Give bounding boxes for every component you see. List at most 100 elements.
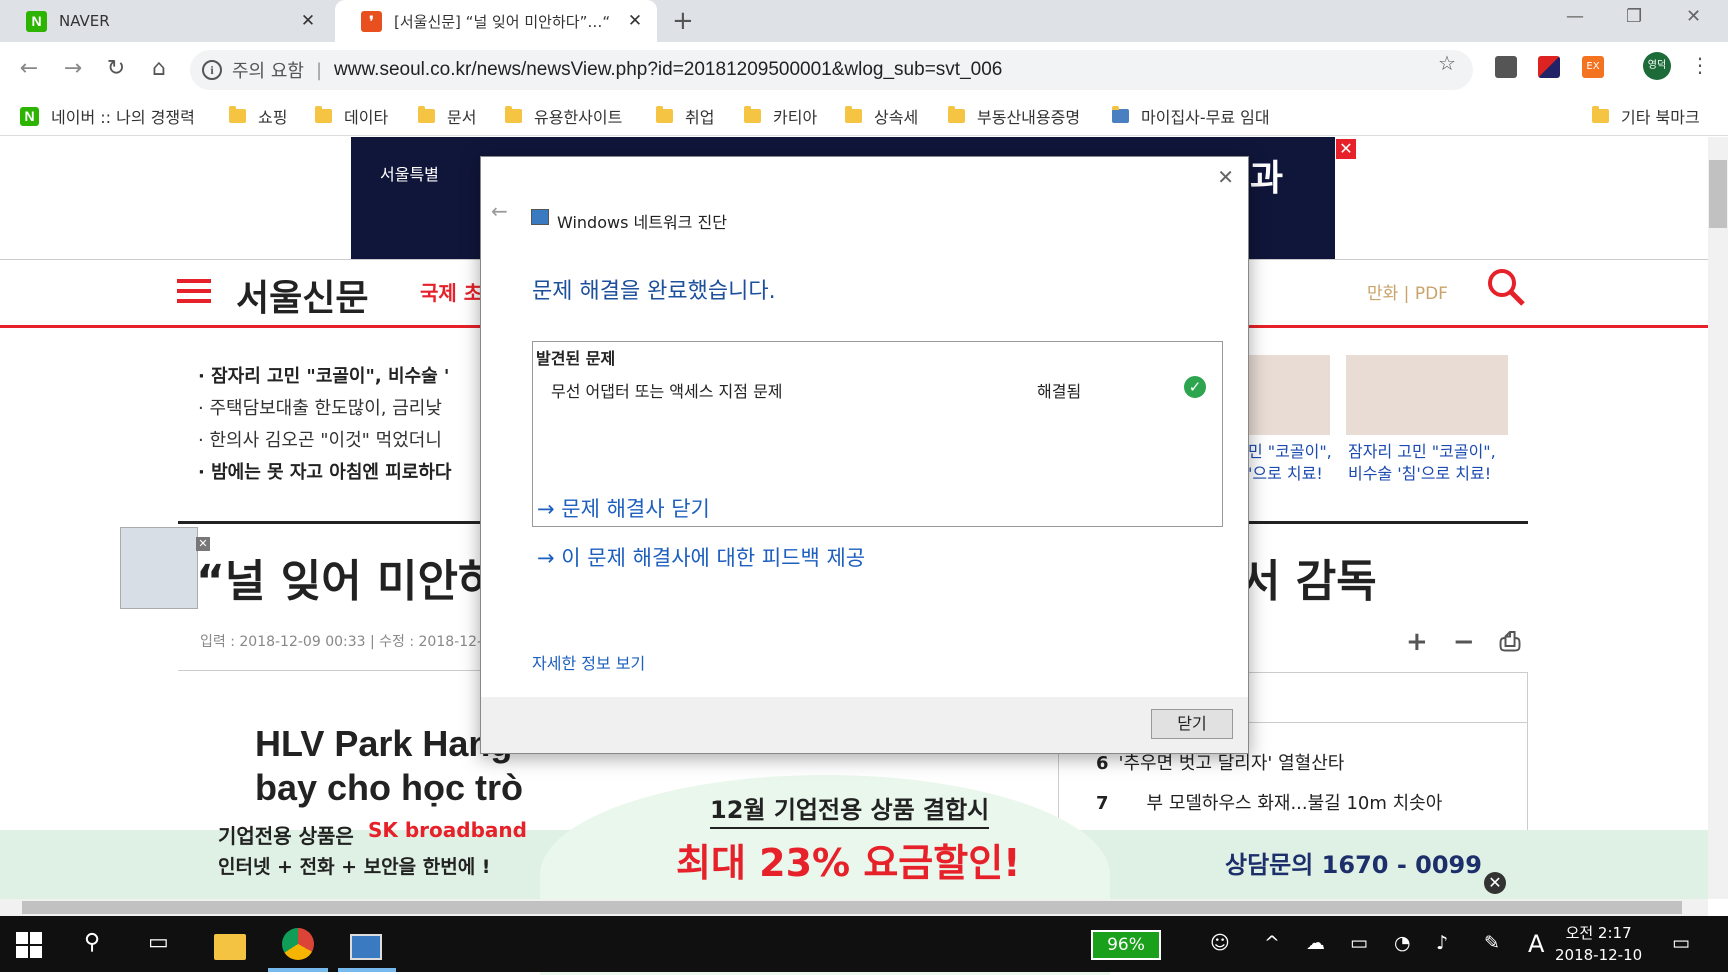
menu-icon[interactable]: ⋮ (1690, 53, 1710, 77)
headline-link[interactable]: · 한의사 김오곤 "이것" 먹었더니 (198, 426, 442, 452)
bookmark-folder[interactable]: 데이타 (315, 104, 388, 128)
article-tools[interactable]: + − ⎙ (1406, 627, 1528, 658)
bookmark-mygipsa[interactable]: 마이집사-무료 임대 (1112, 104, 1299, 128)
ad-thumbnail[interactable] (1248, 355, 1330, 435)
active-indicator (268, 968, 328, 972)
news-rank: 7 (1096, 793, 1109, 814)
hamburger-menu-icon[interactable] (177, 279, 211, 305)
pen-icon[interactable]: ✎ (1484, 932, 1500, 954)
wifi-icon[interactable]: ◔ (1394, 932, 1411, 954)
naver-favicon-icon: N (26, 10, 47, 32)
floating-ad-image[interactable] (120, 527, 198, 609)
bookmark-folder[interactable]: 문서 (418, 104, 476, 128)
new-tab-icon[interactable]: + (672, 6, 694, 36)
caption-line: 비수술 '침'으로 치료! (1348, 464, 1492, 483)
restore-icon[interactable]: ❐ (1626, 6, 1642, 27)
vertical-scrollbar[interactable] (1708, 137, 1728, 899)
browser-toolbar: ← → ↻ ⌂ i 주의 요함 | www.seoul.co.kr/news/n… (0, 42, 1728, 98)
profile-avatar[interactable]: 영덕 (1643, 52, 1671, 80)
ad-text: 과 (1250, 158, 1284, 199)
problem-description: 무선 어댑터 또는 액세스 지점 문제 (551, 382, 783, 401)
dialog-close-button[interactable]: 닫기 (1151, 709, 1233, 739)
bookmark-naver[interactable]: N 네이버 :: 나의 경쟁력 (20, 104, 201, 128)
network-diagnostics-taskbar-icon[interactable] (350, 934, 382, 960)
forward-icon[interactable]: → (58, 56, 88, 81)
bookmark-folder[interactable]: 취업 (656, 104, 714, 128)
bookmark-label: 데이타 (344, 108, 389, 127)
bookmark-label: 부동산내용증명 (977, 108, 1081, 127)
ad-caption[interactable]: 잠자리 고민 "코골이", 비수술 '침'으로 치료! (1348, 441, 1496, 485)
dialog-title: Windows 네트워크 진단 (557, 213, 727, 232)
battery-meter[interactable]: 96% (1091, 930, 1161, 960)
network-diagnostics-dialog: ✕ ← Windows 네트워크 진단 문제 해결을 완료했습니다. 발견된 문… (480, 156, 1249, 754)
bookmark-folder[interactable]: 상속세 (845, 104, 918, 128)
ad-close-icon[interactable]: ✕ (1336, 139, 1356, 159)
search-icon[interactable]: ⚲ (84, 930, 100, 955)
url-text[interactable]: www.seoul.co.kr/news/newsView.php?id=201… (334, 59, 1002, 81)
extension-icon[interactable] (1495, 56, 1517, 78)
bookmark-star-icon[interactable]: ☆ (1438, 51, 1456, 75)
battery-icon[interactable]: ▭ (1350, 932, 1368, 954)
bookmark-folder[interactable]: 부동산내용증명 (948, 104, 1080, 128)
bookmark-folder[interactable]: 유용한사이트 (505, 104, 622, 128)
dialog-heading: 문제 해결을 완료했습니다. (532, 279, 776, 304)
close-troubleshooter-link[interactable]: → 문제 해결사 닫기 (537, 493, 710, 523)
home-icon[interactable]: ⌂ (144, 56, 174, 81)
close-tab-icon[interactable]: ✕ (621, 11, 649, 31)
chevron-up-icon[interactable]: ^ (1264, 932, 1280, 954)
info-icon[interactable]: i (202, 60, 222, 80)
notification-icon[interactable]: ▭ (1672, 932, 1690, 954)
windows-start-icon[interactable] (16, 932, 42, 958)
search-icon[interactable] (1486, 267, 1526, 307)
extension-ex-icon[interactable]: EX (1582, 56, 1604, 78)
reload-icon[interactable]: ↻ (101, 56, 131, 81)
horizontal-scroll-thumb[interactable] (22, 901, 1682, 914)
folder-icon (1592, 106, 1609, 123)
news-text: '추우면 벗고 달리자' 열혈산타 (1118, 753, 1345, 774)
bookmark-folder[interactable]: 카티아 (744, 104, 817, 128)
nav-item-international[interactable]: 국제 초 (420, 277, 482, 306)
header-links[interactable]: 만화 | PDF (1367, 279, 1448, 304)
site-logo[interactable]: 서울신문 (236, 269, 368, 321)
check-icon: ✓ (1184, 376, 1206, 398)
tab-seoul-news[interactable]: ❜ [서울신문] “널 잊어 미안하다”…“ ✕ (335, 0, 657, 42)
caption-line: 잠자리 고민 "코골이", (1348, 442, 1496, 461)
ad-thumbnail[interactable] (1346, 355, 1508, 435)
details-link[interactable]: 자세한 정보 보기 (532, 650, 645, 674)
close-tab-icon[interactable]: ✕ (294, 11, 322, 31)
vertical-scroll-thumb[interactable] (1709, 160, 1727, 228)
bookmark-label: 카티아 (773, 108, 818, 127)
bookmark-folder[interactable]: 쇼핑 (229, 104, 287, 128)
back-icon[interactable]: ← (14, 56, 44, 81)
window-close-icon[interactable]: ✕ (1686, 6, 1701, 27)
extension-icon[interactable] (1538, 56, 1560, 78)
tab-naver[interactable]: N NAVER ✕ (0, 0, 330, 42)
headline-link[interactable]: · 주택담보대출 한도많이, 금리낮 (198, 394, 442, 420)
volume-icon[interactable]: ♪ (1436, 932, 1448, 954)
feedback-link[interactable]: → 이 문제 해결사에 대한 피드백 제공 (537, 542, 865, 572)
taskbar (0, 916, 1728, 972)
news-item[interactable]: 7 부 모델하우스 화재...불길 10m 치솟아 (1096, 789, 1442, 815)
caption-line: 민 "코골이", (1248, 442, 1332, 461)
task-view-icon[interactable]: ▭ (148, 930, 169, 955)
sk-broadband-logo: SK broadband (368, 818, 527, 842)
ad-close-icon[interactable]: ✕ (1484, 872, 1506, 894)
clock[interactable]: 오전 2:17 2018-12-10 (1555, 922, 1642, 966)
other-bookmarks[interactable]: 기타 북마크 (1592, 104, 1700, 128)
back-arrow-icon[interactable]: ← (491, 199, 508, 223)
people-icon[interactable]: ☺ (1210, 932, 1230, 954)
dialog-close-icon[interactable]: ✕ (1217, 165, 1234, 189)
ime-indicator[interactable]: A (1528, 930, 1544, 958)
image-text-line: bay cho học trò (255, 767, 524, 808)
headline-link[interactable]: · 잠자리 고민 "코골이", 비수술 ' (198, 362, 449, 388)
file-explorer-icon[interactable] (214, 934, 246, 960)
ad-text: 12월 기업전용 상품 결합시 (710, 790, 990, 829)
minimize-icon[interactable]: — (1566, 6, 1584, 27)
ad-caption[interactable]: 민 "코골이", '으로 치료! (1248, 441, 1332, 485)
bookmarks-bar: N 네이버 :: 나의 경쟁력 쇼핑 데이타 문서 유용한사이트 취업 카티아 … (0, 98, 1728, 136)
address-bar[interactable]: i 주의 요함 | www.seoul.co.kr/news/newsView.… (190, 50, 1473, 90)
onedrive-cloud-icon[interactable]: ☁ (1306, 932, 1325, 954)
chrome-icon[interactable] (282, 928, 314, 960)
folder-icon (656, 106, 673, 123)
headline-link[interactable]: · 밤에는 못 자고 아침엔 피로하다 (198, 458, 451, 484)
